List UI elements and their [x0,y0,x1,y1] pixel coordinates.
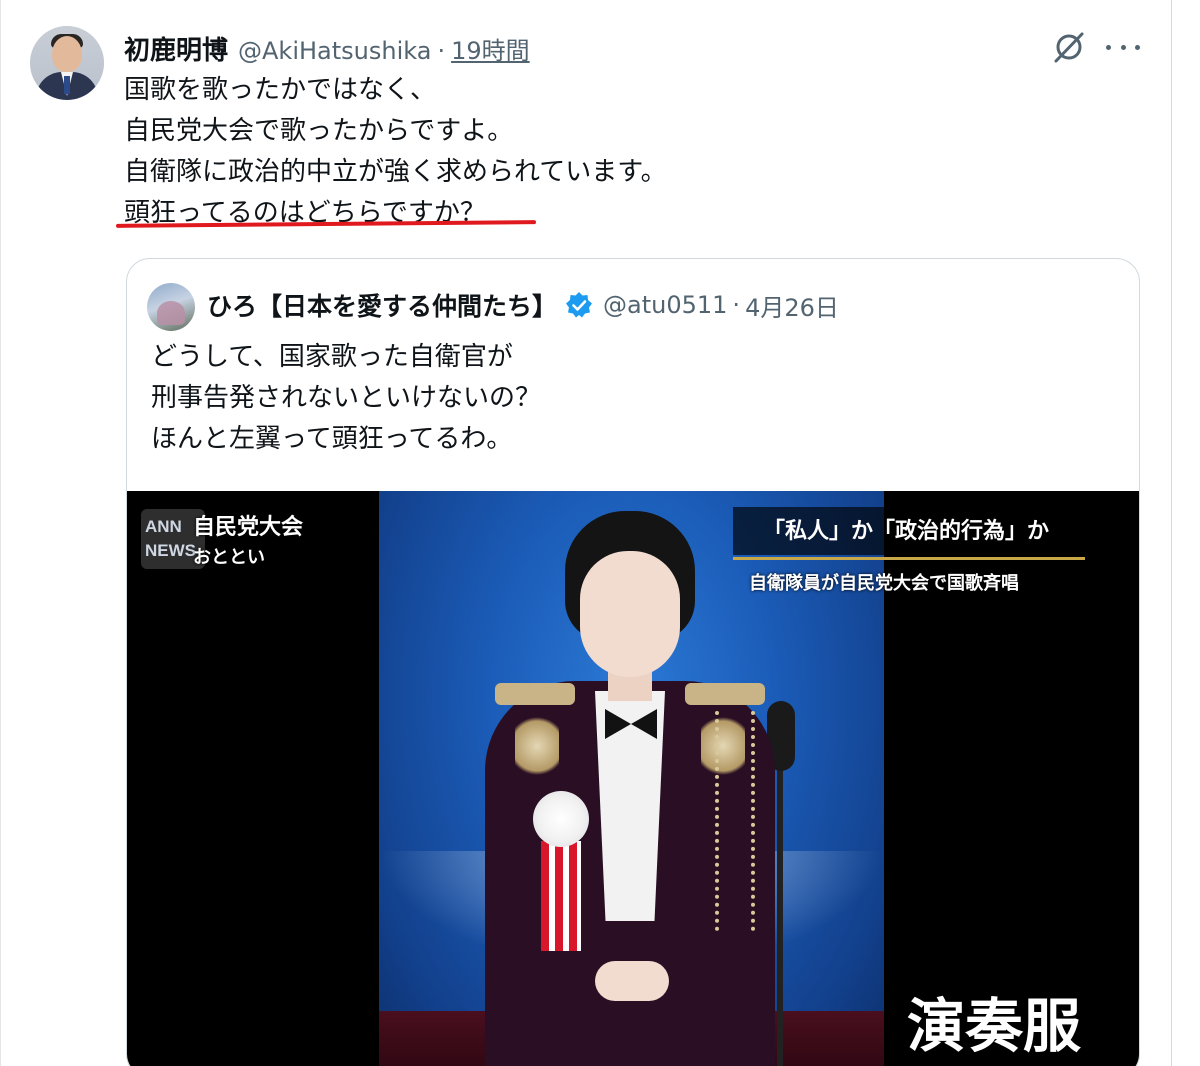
overlay-title: 自民党大会 [193,515,304,540]
more-icon[interactable] [1106,32,1140,62]
tweet-header: 初鹿明博 @AkiHatsushika · 19時間 [124,30,530,66]
verified-icon [566,292,593,318]
author-handle[interactable]: @AkiHatsushika [238,37,431,65]
overlay-headline: 「私人」か「政治的行為」か [763,519,1050,544]
tweet-line: 国歌を歌ったかではなく、 [124,75,437,105]
quoted-author-name[interactable]: ひろ【日本を愛する仲間たち】 [207,287,557,323]
quoted-tweet-media[interactable]: ANN NEWS 自民党大会 おととい 「私人」か「政治的行為」か 自衛隊員が自… [127,491,1139,1066]
quoted-author-handle[interactable]: @atu0511 [603,291,727,319]
tweet-line: 頭狂ってるのはどちらですか？ [124,198,486,228]
overlay-bottom-label: 演奏服 [907,992,1082,1060]
tweet-time[interactable]: 19時間 [451,31,530,66]
quoted-author-avatar[interactable] [147,283,195,331]
grok-icon[interactable] [1052,30,1086,64]
separator-dot: · [732,291,741,319]
tweet-line: 自民党大会で歌ったからですよ。 [124,116,514,146]
overlay-subtitle: おととい [193,547,265,568]
quoted-tweet-text: どうして、国家歌った自衛官が 刑事告発されないといけないの？ ほんと左翼って頭狂… [151,337,541,460]
headline-divider [733,557,1085,560]
headline-banner: 「私人」か「政治的行為」か [733,507,1113,555]
quoted-tweet-line: 刑事告発されないといけないの？ [151,383,542,413]
quoted-tweet-card[interactable]: ひろ【日本を愛する仲間たち】 @atu0511 · 4月26日 どうして、国家歌… [126,258,1140,1066]
quoted-tweet-line: どうして、国家歌った自衛官が [151,342,513,372]
author-avatar[interactable] [30,26,104,100]
author-name[interactable]: 初鹿明博 [124,30,228,67]
separator-dot: · [437,37,446,65]
overlay-caption: 自衛隊員が自民党大会で国歌斉唱 [749,573,1019,594]
tweet-line: 自衛隊に政治的中立が強く求められています。 [124,157,667,187]
quoted-tweet-time[interactable]: 4月26日 [745,288,839,323]
quoted-tweet-header: ひろ【日本を愛する仲間たち】 @atu0511 · 4月26日 [207,287,839,323]
quoted-tweet-line: ほんと左翼って頭狂ってるわ。 [151,424,513,454]
tweet-text: 国歌を歌ったかではなく、 自民党大会で歌ったからですよ。 自衛隊に政治的中立が強… [124,70,667,234]
